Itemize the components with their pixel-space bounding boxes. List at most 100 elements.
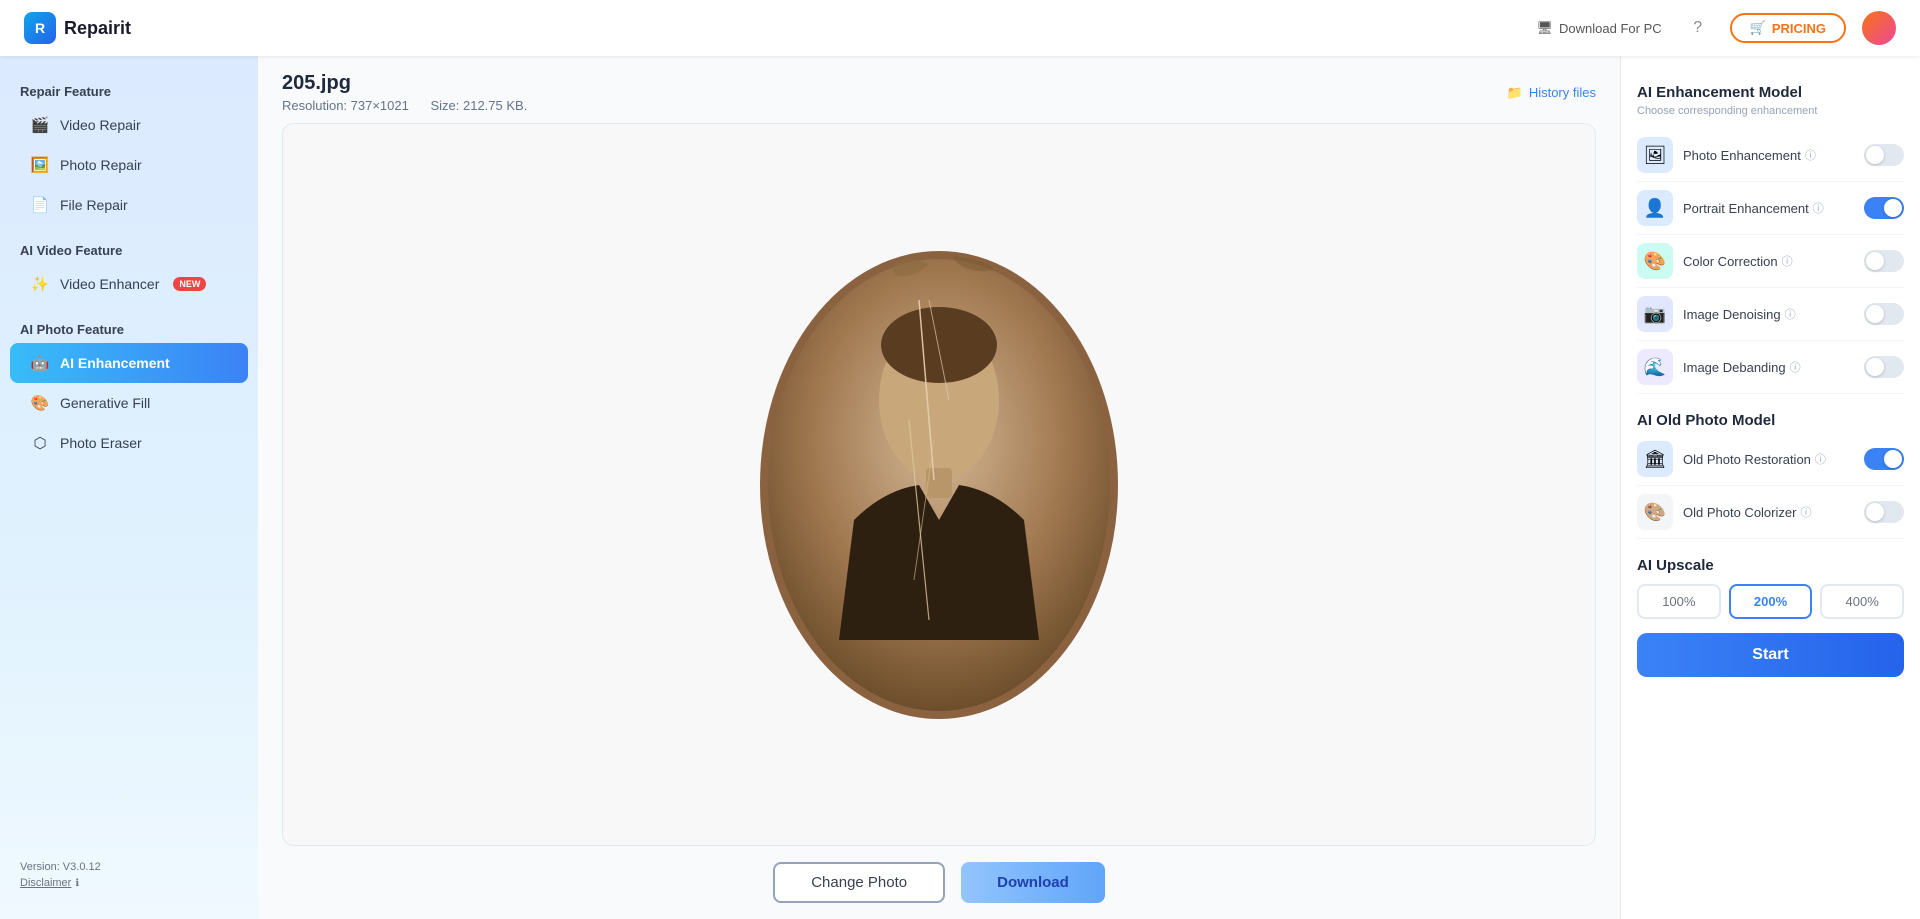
old-photo-restoration-icon: 🏛	[1637, 441, 1673, 477]
folder-icon: 📁	[1507, 85, 1523, 101]
history-files-button[interactable]: 📁 History files	[1507, 85, 1596, 101]
feature-row-photo-enhancement: 🖼 Photo Enhancement ⓘ	[1637, 129, 1904, 182]
photo-svg	[754, 240, 1124, 730]
sidebar-item-photo-eraser-label: Photo Eraser	[60, 435, 142, 451]
image-denoising-info-icon[interactable]: ⓘ	[1785, 306, 1796, 322]
feature-row-color-correction: 🎨 Color Correction ⓘ	[1637, 235, 1904, 288]
topnav: R Repairit 🖥 Download For PC ? 🛒 PRICING	[0, 0, 1920, 56]
help-button[interactable]: ?	[1682, 12, 1714, 44]
app-logo[interactable]: R Repairit	[24, 12, 131, 44]
monitor-icon: 🖥	[1537, 20, 1554, 36]
color-correction-icon: 🎨	[1637, 243, 1673, 279]
sidebar-item-generative-fill-label: Generative Fill	[60, 395, 150, 411]
photo-enhancement-icon: 🖼	[1637, 137, 1673, 173]
portrait-enhancement-icon: 👤	[1637, 190, 1673, 226]
portrait-enhancement-label: Portrait Enhancement ⓘ	[1683, 200, 1854, 216]
file-info: 205.jpg Resolution: 737×1021 Size: 212.7…	[282, 72, 545, 113]
image-denoising-label: Image Denoising ⓘ	[1683, 306, 1854, 322]
sidebar-item-photo-eraser[interactable]: ⬡ Photo Eraser	[10, 423, 248, 463]
old-photo-colorizer-toggle[interactable]	[1864, 501, 1904, 523]
photo-repair-icon: 🖼️	[30, 155, 50, 175]
sidebar-item-photo-repair-label: Photo Repair	[60, 157, 142, 173]
portrait-enhancement-toggle[interactable]	[1864, 197, 1904, 219]
disclaimer-label[interactable]: Disclaimer	[20, 877, 71, 889]
history-label: History files	[1529, 85, 1596, 100]
generative-fill-icon: 🎨	[30, 393, 50, 413]
sidebar-item-file-repair[interactable]: 📄 File Repair	[10, 185, 248, 225]
sidebar-item-ai-enhancement-label: AI Enhancement	[60, 355, 170, 371]
sidebar-footer: Version: V3.0.12 Disclaimer ℹ	[0, 851, 258, 899]
old-photo-restoration-info-icon[interactable]: ⓘ	[1815, 451, 1826, 467]
photo-enhancement-label: Photo Enhancement ⓘ	[1683, 147, 1854, 163]
filename: 205.jpg	[282, 72, 545, 95]
sidebar-item-generative-fill[interactable]: 🎨 Generative Fill	[10, 383, 248, 423]
start-button[interactable]: Start	[1637, 633, 1904, 677]
video-repair-icon: 🎬	[30, 115, 50, 135]
content-header: 205.jpg Resolution: 737×1021 Size: 212.7…	[258, 56, 1620, 123]
old-photo-colorizer-info-icon[interactable]: ⓘ	[1800, 504, 1811, 520]
change-photo-button[interactable]: Change Photo	[773, 862, 945, 903]
old-photo-colorizer-icon: 🎨	[1637, 494, 1673, 530]
feature-row-old-photo-colorizer: 🎨 Old Photo Colorizer ⓘ	[1637, 486, 1904, 539]
file-repair-icon: 📄	[30, 195, 50, 215]
sidebar-item-video-repair-label: Video Repair	[60, 117, 141, 133]
disclaimer-info-icon: ℹ	[75, 878, 79, 889]
file-meta: Resolution: 737×1021 Size: 212.75 KB.	[282, 98, 545, 113]
sidebar-item-video-enhancer[interactable]: ✨ Video Enhancer NEW	[10, 264, 248, 304]
enhancement-model-sub: Choose corresponding enhancement	[1637, 105, 1904, 117]
image-debanding-info-icon[interactable]: ⓘ	[1790, 359, 1801, 375]
enhancement-model-title: AI Enhancement Model	[1637, 84, 1904, 101]
repair-feature-label: Repair Feature	[0, 76, 258, 105]
pricing-button[interactable]: 🛒 PRICING	[1730, 13, 1846, 43]
download-pc-label: Download For PC	[1559, 21, 1662, 36]
old-photo-restoration-toggle[interactable]	[1864, 448, 1904, 470]
right-panel: AI Enhancement Model Choose correspondin…	[1620, 56, 1920, 919]
old-photo-colorizer-label: Old Photo Colorizer ⓘ	[1683, 504, 1854, 520]
image-denoising-toggle[interactable]	[1864, 303, 1904, 325]
sidebar-item-ai-enhancement[interactable]: 🤖 AI Enhancement	[10, 343, 248, 383]
sidebar-item-photo-repair[interactable]: 🖼️ Photo Repair	[10, 145, 248, 185]
sidebar-item-file-repair-label: File Repair	[60, 197, 128, 213]
feature-row-portrait-enhancement: 👤 Portrait Enhancement ⓘ	[1637, 182, 1904, 235]
feature-row-old-photo-restoration: 🏛 Old Photo Restoration ⓘ	[1637, 433, 1904, 486]
image-debanding-toggle[interactable]	[1864, 356, 1904, 378]
upscale-options: 100% 200% 400%	[1637, 584, 1904, 619]
photo-enhancement-toggle[interactable]	[1864, 144, 1904, 166]
old-photo-model-title: AI Old Photo Model	[1637, 412, 1904, 429]
image-denoising-icon: 📷	[1637, 296, 1673, 332]
color-correction-label: Color Correction ⓘ	[1683, 253, 1854, 269]
sidebar: Repair Feature 🎬 Video Repair 🖼️ Photo R…	[0, 56, 258, 919]
ai-photo-feature-label: AI Photo Feature	[0, 314, 258, 343]
portrait-enhancement-info-icon[interactable]: ⓘ	[1813, 200, 1824, 216]
content-area: 205.jpg Resolution: 737×1021 Size: 212.7…	[258, 56, 1620, 919]
video-enhancer-icon: ✨	[30, 274, 50, 294]
cart-icon: 🛒	[1750, 20, 1766, 36]
feature-row-image-denoising: 📷 Image Denoising ⓘ	[1637, 288, 1904, 341]
filesize: Size: 212.75 KB.	[430, 98, 527, 113]
download-button[interactable]: Download	[961, 862, 1105, 903]
upscale-400-button[interactable]: 400%	[1820, 584, 1904, 619]
sidebar-item-video-repair[interactable]: 🎬 Video Repair	[10, 105, 248, 145]
photo-enhancement-info-icon[interactable]: ⓘ	[1805, 147, 1816, 163]
version-label: Version: V3.0.12	[20, 861, 238, 873]
photo-eraser-icon: ⬡	[30, 433, 50, 453]
bottom-actions: Change Photo Download	[258, 846, 1620, 919]
upscale-200-button[interactable]: 200%	[1729, 584, 1813, 619]
old-photo-restoration-label: Old Photo Restoration ⓘ	[1683, 451, 1854, 467]
color-correction-toggle[interactable]	[1864, 250, 1904, 272]
image-preview-area	[282, 123, 1596, 846]
avatar[interactable]	[1862, 11, 1896, 45]
sidebar-item-video-enhancer-label: Video Enhancer	[60, 276, 159, 292]
image-debanding-label: Image Debanding ⓘ	[1683, 359, 1854, 375]
download-pc-button[interactable]: 🖥 Download For PC	[1537, 20, 1662, 36]
new-badge: NEW	[173, 277, 206, 291]
disclaimer-row: Disclaimer ℹ	[20, 877, 238, 889]
upscale-100-button[interactable]: 100%	[1637, 584, 1721, 619]
image-debanding-icon: 🌊	[1637, 349, 1673, 385]
main-layout: Repair Feature 🎬 Video Repair 🖼️ Photo R…	[0, 56, 1920, 919]
resolution: Resolution: 737×1021	[282, 98, 409, 113]
ai-enhancement-icon: 🤖	[30, 353, 50, 373]
color-correction-info-icon[interactable]: ⓘ	[1782, 253, 1793, 269]
app-name: Repairit	[64, 18, 131, 39]
photo-container	[283, 124, 1595, 845]
